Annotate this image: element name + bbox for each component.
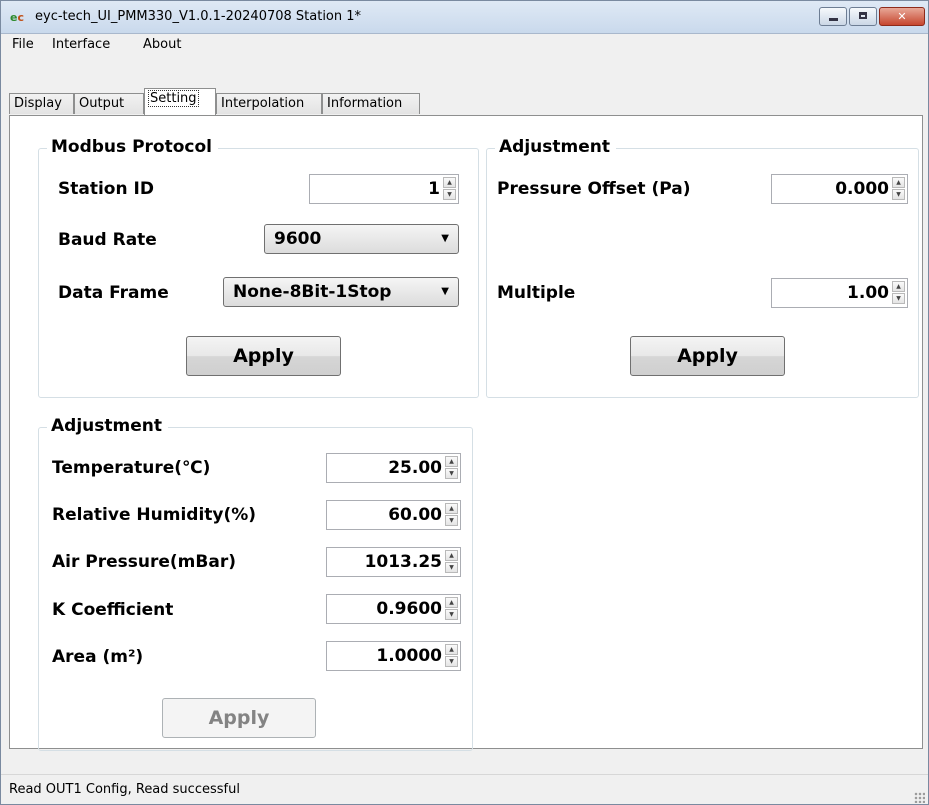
multiple-value: 1.00	[847, 283, 889, 303]
station-id-value: 1	[428, 179, 440, 199]
environment-adjustment-title: Adjustment	[47, 416, 168, 436]
air-pressure-spinbox[interactable]: 1013.25 ▲ ▼	[326, 547, 461, 577]
spin-down-icon[interactable]: ▼	[443, 189, 456, 200]
environment-adjustment-group: Adjustment Temperature(℃) 25.00 ▲ ▼ Relat…	[38, 416, 473, 751]
minimize-icon	[829, 18, 838, 21]
app-window: ec eyc-tech_UI_PMM330_V1.0.1-20240708 St…	[0, 0, 929, 805]
station-id-label: Station ID	[58, 179, 154, 199]
spin-up-icon[interactable]: ▲	[445, 550, 458, 561]
k-coefficient-label: K Coefficient	[52, 600, 174, 620]
spin-up-icon[interactable]: ▲	[445, 456, 458, 467]
app-logo-icon: ec	[10, 11, 24, 24]
spin-down-icon[interactable]: ▼	[445, 656, 458, 667]
window-title: eyc-tech_UI_PMM330_V1.0.1-20240708 Stati…	[35, 9, 362, 24]
baud-rate-value: 9600	[274, 229, 322, 249]
maximize-icon	[859, 12, 867, 19]
title-bar[interactable]: ec eyc-tech_UI_PMM330_V1.0.1-20240708 St…	[1, 1, 928, 34]
spin-down-icon[interactable]: ▼	[892, 189, 905, 200]
spin-down-icon[interactable]: ▼	[445, 562, 458, 573]
humidity-label: Relative Humidity(%)	[52, 505, 257, 525]
area-spinbox[interactable]: 1.0000 ▲ ▼	[326, 641, 461, 671]
pressure-adjustment-title: Adjustment	[495, 137, 616, 157]
data-frame-dropdown[interactable]: None-8Bit-1Stop ▼	[223, 277, 459, 307]
chevron-down-icon: ▼	[441, 233, 449, 244]
multiple-label: Multiple	[497, 283, 576, 303]
area-label: Area (m²)	[52, 647, 144, 667]
baud-rate-label: Baud Rate	[58, 230, 157, 250]
area-value: 1.0000	[376, 646, 442, 666]
pressure-offset-spinbox[interactable]: 0.000 ▲ ▼	[771, 174, 908, 204]
close-icon: ✕	[897, 10, 907, 23]
spin-down-icon[interactable]: ▼	[445, 515, 458, 526]
menu-about[interactable]: About	[143, 37, 181, 52]
tab-interpolation[interactable]: Interpolation	[216, 93, 322, 114]
humidity-value: 60.00	[388, 505, 442, 525]
temperature-label: Temperature(℃)	[52, 458, 211, 478]
temperature-spinbox[interactable]: 25.00 ▲ ▼	[326, 453, 461, 483]
tab-information[interactable]: Information	[322, 93, 420, 114]
temperature-value: 25.00	[388, 458, 442, 478]
baud-rate-dropdown[interactable]: 9600 ▼	[264, 224, 459, 254]
spin-up-icon[interactable]: ▲	[443, 177, 456, 188]
menu-bar: File Interface About	[1, 34, 928, 55]
spin-up-icon[interactable]: ▲	[445, 597, 458, 608]
chevron-down-icon: ▼	[441, 286, 449, 297]
k-coefficient-value: 0.9600	[376, 599, 442, 619]
status-bar: Read OUT1 Config, Read successful	[1, 774, 928, 804]
spin-up-icon[interactable]: ▲	[445, 644, 458, 655]
tab-bar: Display Output Setting Interpolation Inf…	[1, 87, 928, 115]
tab-display[interactable]: Display	[9, 93, 74, 114]
pressure-offset-value: 0.000	[835, 179, 889, 199]
close-button[interactable]: ✕	[879, 7, 925, 26]
maximize-button[interactable]	[849, 7, 877, 26]
k-coefficient-spinbox[interactable]: 0.9600 ▲ ▼	[326, 594, 461, 624]
modbus-protocol-group: Modbus Protocol Station ID 1 ▲ ▼ Baud Rat…	[38, 137, 479, 398]
pressure-offset-label: Pressure Offset (Pa)	[497, 179, 691, 199]
modbus-apply-button[interactable]: Apply	[186, 336, 341, 376]
data-frame-label: Data Frame	[58, 283, 169, 303]
resize-grip-icon[interactable]	[914, 792, 925, 803]
air-pressure-label: Air Pressure(mBar)	[52, 552, 236, 572]
spin-up-icon[interactable]: ▲	[892, 177, 905, 188]
humidity-spinbox[interactable]: 60.00 ▲ ▼	[326, 500, 461, 530]
menu-file[interactable]: File	[12, 37, 34, 52]
modbus-protocol-title: Modbus Protocol	[47, 137, 218, 157]
tab-setting[interactable]: Setting	[144, 88, 216, 115]
multiple-spinbox[interactable]: 1.00 ▲ ▼	[771, 278, 908, 308]
status-message: Read OUT1 Config, Read successful	[9, 782, 240, 797]
minimize-button[interactable]	[819, 7, 847, 26]
spin-down-icon[interactable]: ▼	[892, 293, 905, 304]
pressure-apply-button[interactable]: Apply	[630, 336, 785, 376]
tab-output[interactable]: Output	[74, 93, 144, 114]
spin-up-icon[interactable]: ▲	[892, 281, 905, 292]
air-pressure-value: 1013.25	[364, 552, 442, 572]
tab-setting-label: Setting	[148, 90, 199, 107]
station-id-spinbox[interactable]: 1 ▲ ▼	[309, 174, 459, 204]
spin-up-icon[interactable]: ▲	[445, 503, 458, 514]
data-frame-value: None-8Bit-1Stop	[233, 282, 392, 302]
spin-down-icon[interactable]: ▼	[445, 609, 458, 620]
menu-interface[interactable]: Interface	[52, 37, 110, 52]
setting-panel: Modbus Protocol Station ID 1 ▲ ▼ Baud Rat…	[9, 115, 923, 751]
environment-apply-button[interactable]: Apply	[162, 698, 316, 738]
pressure-adjustment-group: Adjustment Pressure Offset (Pa) 0.000 ▲ ▼…	[486, 137, 919, 398]
spin-down-icon[interactable]: ▼	[445, 468, 458, 479]
